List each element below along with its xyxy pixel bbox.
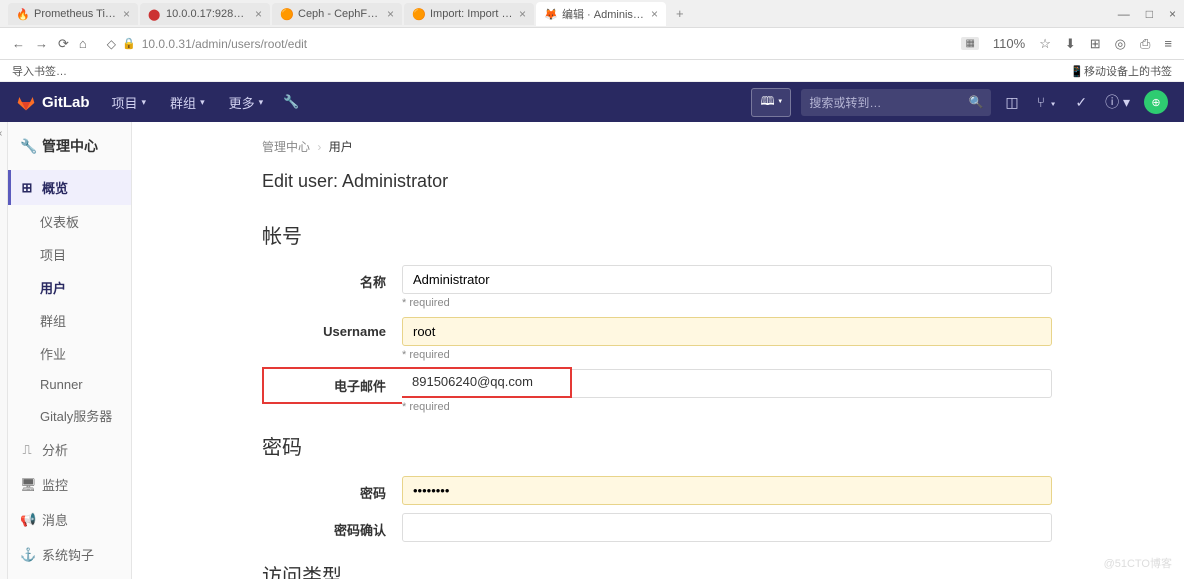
back-button[interactable]: ← xyxy=(12,36,25,52)
close-icon[interactable]: × xyxy=(387,7,394,21)
todos-icon[interactable]: ✓ xyxy=(1071,90,1091,115)
import-bookmarks[interactable]: 导入书签… xyxy=(12,63,67,79)
section-account: 帐号 xyxy=(262,220,1136,249)
sidebar-apps[interactable]: ⊞应用 xyxy=(8,572,131,579)
sidebar-monitoring[interactable]: 🖥监控 xyxy=(8,467,131,502)
page-title: Edit user: Administrator xyxy=(262,171,1136,192)
close-icon[interactable]: × xyxy=(519,7,526,21)
breadcrumb-root[interactable]: 管理中心 xyxy=(262,140,310,154)
email-label: 电子邮件 xyxy=(262,367,402,404)
email-input-highlighted[interactable]: 891506240@qq.com xyxy=(402,367,572,398)
sidebar-overview[interactable]: ⊞ 概览 xyxy=(8,170,131,205)
sidebar-users[interactable]: 用户 xyxy=(8,271,131,304)
mobile-bookmarks[interactable]: 📱移动设备上的书签 xyxy=(1070,63,1172,79)
minimize-button[interactable]: — xyxy=(1118,7,1130,21)
browser-tab[interactable]: 🔥Prometheus Time Series Col× xyxy=(8,3,138,25)
issues-icon[interactable]: ◫ xyxy=(1001,90,1022,115)
sidebar-messages[interactable]: 📢消息 xyxy=(8,502,131,537)
required-note: * required xyxy=(402,349,1136,361)
reload-button[interactable]: ⟳ xyxy=(58,36,69,52)
bookmark-bar: 导入书签… 📱移动设备上的书签 xyxy=(0,60,1184,82)
sidebar-jobs[interactable]: 作业 xyxy=(8,337,131,370)
reader-icon[interactable]: ▦ xyxy=(961,37,978,50)
password-confirm-label: 密码确认 xyxy=(262,513,402,539)
create-new-button[interactable]: 🕮 ▾ xyxy=(751,88,791,117)
analytics-icon: ⎍ xyxy=(20,442,34,458)
url-bar[interactable]: ◇ 🔒 10.0.0.31/admin/users/root/edit xyxy=(99,35,950,53)
sidebar-collapse[interactable] xyxy=(0,122,8,579)
close-window-button[interactable]: × xyxy=(1169,7,1176,21)
user-avatar[interactable]: ⊕ xyxy=(1144,90,1168,114)
browser-tabs: 🔥Prometheus Time Series Col× ⬤10.0.0.17:… xyxy=(0,0,1184,28)
nav-more[interactable]: 更多▾ xyxy=(219,87,274,118)
browser-tab[interactable]: ⬤10.0.0.17:9283/metrics× xyxy=(140,3,270,25)
sidebar-groups[interactable]: 群组 xyxy=(8,304,131,337)
home-button[interactable]: ⌂ xyxy=(79,36,87,52)
shield-icon: ◇ xyxy=(107,37,116,51)
email-input-rest[interactable] xyxy=(572,369,1052,398)
help-icon[interactable]: ⓘ ▾ xyxy=(1101,88,1134,116)
search-input[interactable]: 搜索或转到… 🔍 xyxy=(801,89,991,116)
menu-icon[interactable]: ≡ xyxy=(1164,36,1172,51)
sidebar-runner[interactable]: Runner xyxy=(8,370,131,399)
close-icon[interactable]: × xyxy=(255,7,262,21)
admin-icon[interactable]: 🔧 xyxy=(283,94,299,110)
admin-sidebar: 🔧 管理中心 ⊞ 概览 仪表板 项目 用户 群组 作业 Runner Gital… xyxy=(8,122,132,579)
password-label: 密码 xyxy=(262,476,402,502)
password-input[interactable] xyxy=(402,476,1052,505)
nav-projects[interactable]: 项目▾ xyxy=(102,87,157,118)
lock-icon: 🔒 xyxy=(122,37,136,50)
forward-button[interactable]: → xyxy=(35,36,48,52)
monitor-icon: 🖥 xyxy=(20,477,34,493)
message-icon: 📢 xyxy=(20,512,34,528)
sidebar-dashboard[interactable]: 仪表板 xyxy=(8,205,131,238)
nav-groups[interactable]: 群组▾ xyxy=(160,87,215,118)
breadcrumb-current: 用户 xyxy=(329,140,353,154)
overview-icon: ⊞ xyxy=(20,180,34,196)
main-content: 管理中心 › 用户 Edit user: Administrator 帐号 名称… xyxy=(132,122,1184,579)
window-controls: — □ × xyxy=(1118,7,1176,21)
gitlab-logo[interactable]: GitLab xyxy=(16,92,90,112)
account-icon[interactable]: ◎ xyxy=(1115,36,1126,52)
browser-tab[interactable]: 🟠Import: Import - Grafana× xyxy=(404,3,534,25)
username-input[interactable] xyxy=(402,317,1052,346)
watermark: @51CTO博客 xyxy=(1104,555,1172,571)
maximize-button[interactable]: □ xyxy=(1146,7,1153,21)
password-confirm-input[interactable] xyxy=(402,513,1052,542)
extensions-icon[interactable]: ⊞ xyxy=(1090,36,1101,52)
gitlab-navbar: GitLab 项目▾ 群组▾ 更多▾ 🔧 🕮 ▾ 搜索或转到… 🔍 ◫ ⑂ ▾ … xyxy=(0,82,1184,122)
close-icon[interactable]: × xyxy=(123,7,130,21)
section-password: 密码 xyxy=(262,431,1136,460)
required-note: * required xyxy=(402,297,1136,309)
sidebar-projects[interactable]: 项目 xyxy=(8,238,131,271)
browser-tab-active[interactable]: 🦊编辑 · Administrator · 用户 · × xyxy=(536,2,666,26)
browser-toolbar: ← → ⟳ ⌂ ◇ 🔒 10.0.0.31/admin/users/root/e… xyxy=(0,28,1184,60)
hook-icon: ⚓ xyxy=(20,547,34,563)
download-icon[interactable]: ⬇ xyxy=(1065,36,1076,52)
star-icon[interactable]: ☆ xyxy=(1039,36,1051,52)
merge-requests-icon[interactable]: ⑂ ▾ xyxy=(1033,90,1062,114)
wrench-icon: 🔧 xyxy=(20,138,34,155)
library-icon[interactable]: ⎙ xyxy=(1140,36,1150,52)
browser-tab[interactable]: 🟠Ceph - CephFS dashboard fo× xyxy=(272,3,402,25)
sidebar-title: 🔧 管理中心 xyxy=(8,122,131,170)
sidebar-analytics[interactable]: ⎍分析 xyxy=(8,432,131,467)
section-access: 访问类型 xyxy=(262,560,1136,579)
new-tab-button[interactable]: + xyxy=(668,6,692,21)
name-input[interactable] xyxy=(402,265,1052,294)
close-icon[interactable]: × xyxy=(651,7,658,21)
zoom-level: 110% xyxy=(993,36,1025,51)
required-note: * required xyxy=(402,401,1136,413)
gitlab-icon xyxy=(16,92,36,112)
url-text: 10.0.0.31/admin/users/root/edit xyxy=(142,37,307,51)
name-label: 名称 xyxy=(262,265,402,291)
search-icon: 🔍 xyxy=(968,95,983,109)
breadcrumb: 管理中心 › 用户 xyxy=(262,138,1136,155)
sidebar-gitaly[interactable]: Gitaly服务器 xyxy=(8,399,131,432)
username-label: Username xyxy=(262,317,402,339)
sidebar-hooks[interactable]: ⚓系统钩子 xyxy=(8,537,131,572)
